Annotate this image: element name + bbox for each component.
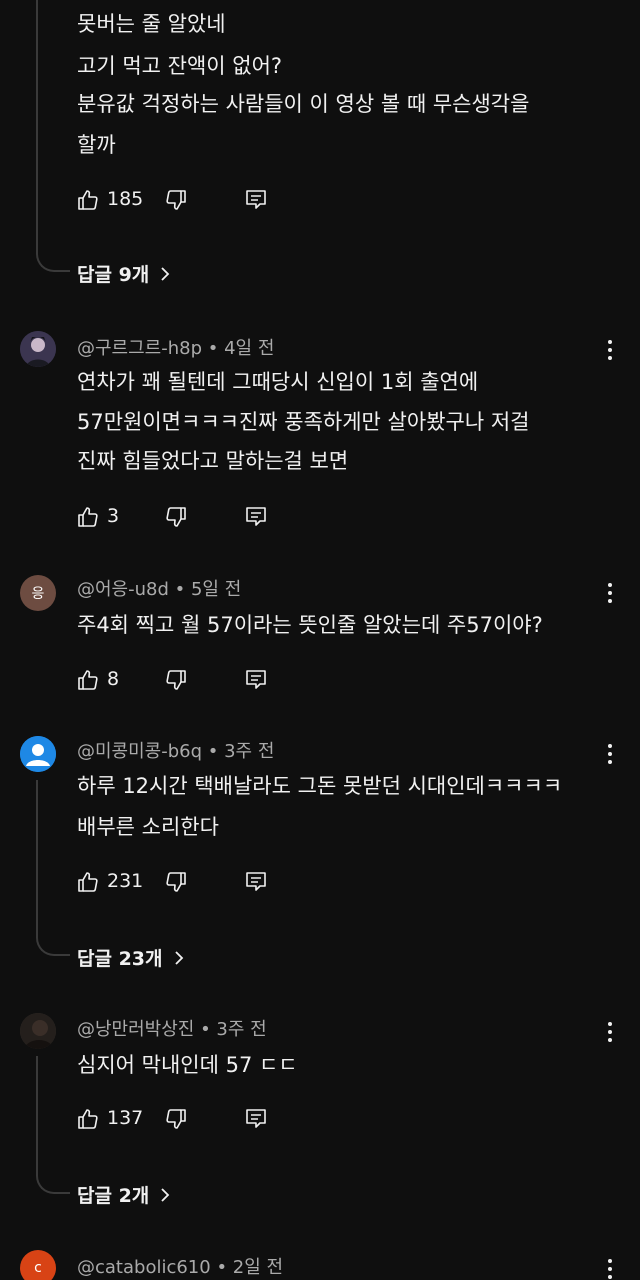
like-count: 137 bbox=[107, 1107, 144, 1129]
avatar[interactable] bbox=[20, 1013, 56, 1049]
thumbs-down-icon[interactable] bbox=[164, 188, 188, 212]
chevron-right-icon bbox=[159, 1186, 171, 1204]
thumbs-down-icon[interactable] bbox=[164, 505, 188, 529]
avatar[interactable] bbox=[20, 331, 56, 367]
thumbs-up-icon[interactable] bbox=[76, 668, 100, 692]
reply-icon[interactable] bbox=[244, 870, 268, 894]
meta-separator: • bbox=[202, 338, 225, 359]
reply-icon[interactable] bbox=[244, 668, 268, 692]
comment-text-line: 연차가 꽤 될텐데 그때당시 신입이 1회 출연에 bbox=[77, 370, 479, 394]
like-count: 3 bbox=[107, 505, 120, 527]
comment-meta: @미콩미콩-b6q • 3주 전 bbox=[77, 737, 274, 763]
comment-text-line: 진짜 힘들었다고 말하는걸 보면 bbox=[77, 449, 349, 473]
avatar[interactable]: 응 bbox=[20, 575, 56, 611]
comment-meta: @구르그르-h8p • 4일 전 bbox=[77, 334, 274, 360]
avatar-letter: c bbox=[34, 1260, 42, 1276]
comment-text-line: 못버는 줄 알았네 bbox=[77, 12, 226, 36]
comment-author[interactable]: @낭만러박상진 bbox=[77, 1019, 194, 1040]
comment-text-line: 고기 먹고 잔액이 없어? bbox=[77, 54, 283, 78]
thumbs-down-icon[interactable] bbox=[164, 668, 188, 692]
comment-author[interactable]: @어응-u8d bbox=[77, 579, 169, 600]
reply-icon[interactable] bbox=[244, 505, 268, 529]
reply-icon[interactable] bbox=[244, 1107, 268, 1131]
like-count: 231 bbox=[107, 870, 144, 892]
more-vert-icon[interactable] bbox=[600, 579, 620, 607]
avatar[interactable]: c bbox=[20, 1250, 56, 1280]
comment-meta: @낭만러박상진 • 3주 전 bbox=[77, 1015, 267, 1041]
comment-meta: @어응-u8d • 5일 전 bbox=[77, 575, 241, 601]
comment-time: 3주 전 bbox=[224, 741, 275, 762]
thread-connector bbox=[36, 780, 70, 956]
more-vert-icon[interactable] bbox=[600, 1255, 620, 1280]
reply-icon[interactable] bbox=[244, 188, 268, 212]
thread-connector bbox=[36, 0, 70, 272]
comment-text-line: 배부른 소리한다 bbox=[77, 815, 219, 839]
thumbs-up-icon[interactable] bbox=[76, 505, 100, 529]
chevron-right-icon bbox=[173, 949, 185, 967]
more-vert-icon[interactable] bbox=[600, 336, 620, 364]
comment-author[interactable]: @catabolic610 bbox=[77, 1257, 211, 1278]
thumbs-up-icon[interactable] bbox=[76, 188, 100, 212]
comment-text-line: 57만원이면ㅋㅋㅋ진짜 풍족하게만 살아봤구나 저걸 bbox=[77, 410, 530, 434]
replies-label: 답글 9개 bbox=[77, 264, 150, 286]
thumbs-up-icon[interactable] bbox=[76, 1107, 100, 1131]
more-vert-icon[interactable] bbox=[600, 740, 620, 768]
meta-separator: • bbox=[168, 579, 191, 600]
meta-separator: • bbox=[210, 1257, 233, 1278]
view-replies-button[interactable]: 답글 23개 bbox=[77, 944, 185, 971]
comment-text-line: 분유값 걱정하는 사람들이 이 영상 볼 때 무슨생각을 bbox=[77, 92, 530, 116]
comment-text-line: 할까 bbox=[77, 133, 116, 157]
comment-text-line: 심지어 막내인데 57 ㄷㄷ bbox=[77, 1053, 298, 1077]
replies-label: 답글 2개 bbox=[77, 1185, 150, 1207]
meta-separator: • bbox=[194, 1019, 217, 1040]
thread-connector bbox=[36, 1056, 70, 1194]
comment-author[interactable]: @미콩미콩-b6q bbox=[77, 741, 202, 762]
chevron-right-icon bbox=[159, 265, 171, 283]
replies-label: 답글 23개 bbox=[77, 948, 163, 970]
comment-text-line: 주4회 찍고 월 57이라는 뜻인줄 알았는데 주57이야? bbox=[77, 613, 543, 637]
thumbs-down-icon[interactable] bbox=[164, 1107, 188, 1131]
meta-separator: • bbox=[202, 741, 225, 762]
comment-meta: @catabolic610 • 2일 전 bbox=[77, 1253, 283, 1279]
comment-time: 4일 전 bbox=[224, 338, 275, 359]
view-replies-button[interactable]: 답글 9개 bbox=[77, 260, 171, 287]
avatar-letter: 응 bbox=[31, 586, 45, 602]
avatar[interactable] bbox=[20, 736, 56, 772]
thumbs-down-icon[interactable] bbox=[164, 870, 188, 894]
comment-time: 2일 전 bbox=[232, 1257, 284, 1278]
view-replies-button[interactable]: 답글 2개 bbox=[77, 1181, 171, 1208]
like-count: 8 bbox=[107, 668, 120, 690]
more-vert-icon[interactable] bbox=[600, 1018, 620, 1046]
comment-author[interactable]: @구르그르-h8p bbox=[77, 338, 202, 359]
comment-text-line: 하루 12시간 택배날라도 그돈 못받던 시대인데ㅋㅋㅋㅋ bbox=[77, 774, 563, 798]
like-count: 185 bbox=[107, 188, 144, 210]
thumbs-up-icon[interactable] bbox=[76, 870, 100, 894]
comment-time: 5일 전 bbox=[190, 579, 242, 600]
comment-time: 3주 전 bbox=[216, 1019, 267, 1040]
